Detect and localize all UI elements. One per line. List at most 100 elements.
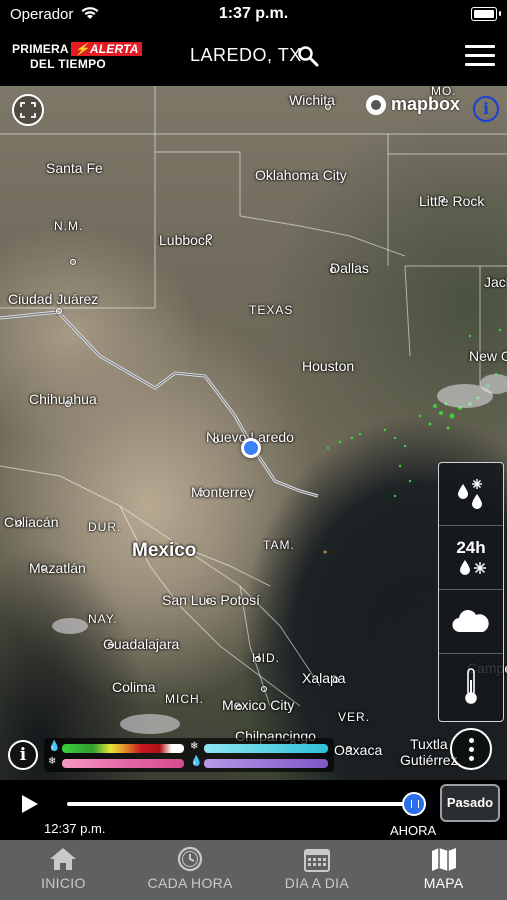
app-header: PRIMERA ⚡ALERTA DEL TIEMPO LAREDO, TX [0, 28, 507, 86]
ice-legend-icon: 💧 [190, 756, 203, 767]
tab-inicio[interactable]: INICIO [0, 840, 127, 900]
city-dot [65, 401, 71, 407]
city-dot [333, 677, 339, 683]
map-label: Tuxtla [410, 736, 448, 752]
map-label: VER. [338, 710, 371, 724]
map-label: Chihuahua [29, 391, 97, 407]
city-dot [41, 565, 47, 571]
mix-legend-icon: ❄ [48, 756, 57, 767]
timeline-now-label: AHORA [390, 823, 437, 838]
city-dot [346, 746, 352, 752]
layer-temperature-button[interactable] [439, 655, 503, 717]
map-label: Jack [484, 274, 507, 290]
current-location-pin [241, 438, 261, 458]
map-label: Mexico City [222, 697, 295, 713]
city-dot [236, 704, 242, 710]
tab-label: INICIO [41, 875, 86, 891]
layer-24h-precipitation-button[interactable]: 24h [439, 527, 503, 590]
snow-legend-icon: ❄ [190, 741, 199, 752]
map-icon [431, 848, 456, 871]
tab-mapa[interactable]: MAPA [380, 840, 507, 900]
city-dot [108, 642, 114, 648]
map-label: DUR. [88, 520, 122, 534]
city-dot [206, 598, 212, 604]
clock-icon [178, 846, 203, 872]
city-dot [330, 267, 336, 273]
map-label: Ciudad Juárez [8, 291, 99, 307]
map-label: Mexico [132, 540, 197, 561]
map-label: New O [469, 348, 507, 364]
timeline-track[interactable] [67, 802, 412, 806]
layer-precipitation-button[interactable] [439, 463, 503, 526]
map-label: Little Rock [419, 193, 485, 209]
map-label: Oaxaca [334, 742, 383, 758]
status-bar: Operador 1:37 p.m. [0, 0, 507, 28]
map-info-button[interactable]: i [473, 96, 499, 122]
city-dot [439, 196, 445, 202]
past-button[interactable]: Pasado [440, 784, 500, 822]
ice-legend-bar [204, 759, 328, 768]
city-dot [325, 104, 331, 110]
city-dot [198, 490, 204, 496]
location-label[interactable]: LAREDO, TX [190, 45, 302, 66]
tab-dia-a-dia[interactable]: DIA A DIA [254, 840, 381, 900]
map-label: Lubbock [159, 232, 212, 248]
map-label: Santa Fe [46, 160, 103, 176]
logo-del-tiempo: DEL TIEMPO [29, 57, 107, 71]
rain-legend-icon: 💧 [48, 741, 61, 752]
fullscreen-button[interactable] [12, 94, 44, 126]
map-label: Houston [302, 358, 355, 374]
logo-alerta: ALERTA [89, 42, 139, 56]
city-dot [213, 437, 219, 443]
map-label: Xalapa [302, 670, 346, 686]
tab-cada-hora[interactable]: CADA HORA [127, 840, 254, 900]
tab-label: DIA A DIA [284, 875, 349, 891]
tab-label: MAPA [423, 875, 464, 891]
home-icon [50, 848, 77, 870]
city-dot [16, 520, 22, 526]
city-dot [261, 686, 267, 692]
radar-map[interactable]: Wichita MO. Santa Fe Oklahoma City Little Ro… [0, 86, 507, 780]
map-label: TEXAS [249, 303, 294, 317]
play-icon[interactable] [22, 795, 38, 813]
mix-legend-bar [62, 759, 184, 768]
search-icon[interactable] [297, 45, 319, 67]
radar-legend: i 💧 ❄ ❄ 💧 [8, 738, 338, 774]
map-label: TAM. [263, 538, 295, 552]
status-time: 1:37 p.m. [218, 5, 289, 22]
city-dot [206, 234, 212, 240]
precipitation-icon [458, 479, 482, 509]
mapbox-attribution[interactable]: mapbox [366, 94, 460, 115]
rain-legend-bar [62, 744, 184, 753]
app-logo[interactable]: PRIMERA ⚡ALERTA DEL TIEMPO [12, 42, 142, 74]
timeline-thumb[interactable] [402, 792, 426, 816]
legend-info-button[interactable]: i [8, 740, 38, 770]
map-label: Guadalajara [103, 636, 180, 652]
map-label: Gutiérrez [400, 752, 458, 768]
city-dot [255, 656, 261, 662]
battery-icon [471, 7, 497, 21]
layer-panel: 24h [438, 462, 504, 722]
city-dot [56, 308, 62, 314]
mapbox-icon [366, 94, 386, 115]
more-options-button[interactable] [450, 728, 492, 770]
city-dot [70, 259, 76, 265]
more-dots-icon [468, 737, 474, 743]
hamburger-menu-icon[interactable] [465, 45, 495, 67]
timeline-start-time: 12:37 p.m. [44, 821, 106, 836]
map-label: MICH. [165, 692, 204, 706]
radar-timeline: 12:37 p.m. AHORA Pasado [0, 780, 507, 840]
thermometer-icon [465, 668, 477, 704]
mapbox-label: mapbox [391, 94, 461, 114]
snow-legend-bar [204, 744, 328, 753]
cloud-icon [452, 610, 489, 633]
rain-snow-icon [460, 560, 486, 575]
layer-clouds-button[interactable] [439, 591, 503, 654]
expand-icon [20, 102, 36, 118]
map-label: NAY. [88, 612, 118, 626]
map-label: N.M. [54, 219, 84, 233]
map-label: Colima [112, 679, 156, 695]
logo-primera: PRIMERA [12, 42, 69, 56]
calendar-icon [303, 849, 330, 872]
map-label: Culiacán [4, 514, 59, 530]
